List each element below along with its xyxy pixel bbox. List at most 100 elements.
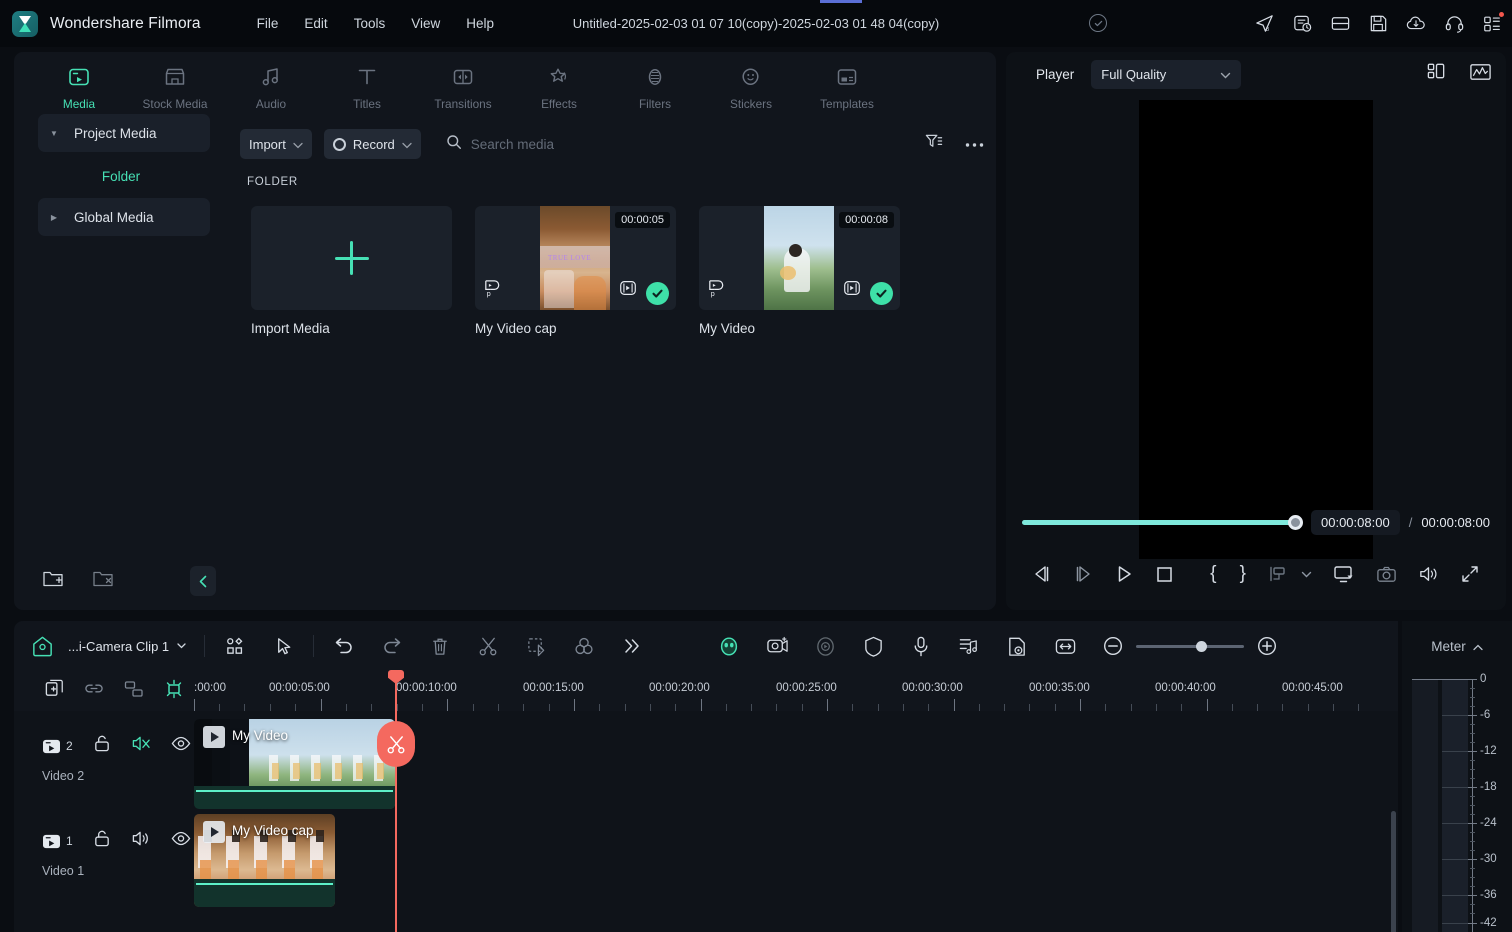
cloud-backup-icon[interactable] [1404,12,1428,36]
zoom-in-icon[interactable] [1255,634,1279,658]
layout-grid-button[interactable] [223,634,247,658]
volume-button[interactable] [1418,562,1439,586]
display-mode-button[interactable] [1333,562,1355,586]
play-button[interactable] [1114,562,1134,586]
ai-camera-button[interactable] [765,634,789,658]
mark-in-button[interactable]: { [1209,562,1218,586]
track-visibility-icon[interactable] [171,831,191,851]
auto-arrange-icon[interactable] [123,679,145,704]
undo-button[interactable] [332,634,356,658]
layout-icon[interactable] [1328,12,1352,36]
collapse-left-icon[interactable] [190,566,216,596]
media-item-card[interactable]: TRUE LOVE 00:00:05 p My Video cap [475,206,676,336]
video-preview-stage[interactable] [1006,96,1506,562]
menu-help[interactable]: Help [453,11,507,36]
timeline-playhead[interactable] [377,670,415,932]
snapshot-button[interactable] [1376,562,1397,586]
fullscreen-button[interactable] [1460,562,1480,586]
sidebar-item-folder[interactable]: Folder [14,160,228,192]
mark-out-button[interactable]: } [1239,562,1248,586]
support-headset-icon[interactable] [1442,12,1466,36]
media-item-thumb[interactable]: 00:00:08 p [699,206,900,310]
import-button[interactable]: Import [240,129,312,159]
tab-audio[interactable]: Audio [240,62,302,111]
menu-file[interactable]: File [244,11,292,36]
color-match-button[interactable] [572,634,596,658]
voice-record-button[interactable] [909,634,933,658]
crop-button[interactable] [524,634,548,658]
mute-track-icon[interactable] [131,829,151,853]
more-tools-button[interactable] [620,634,644,658]
new-folder-icon[interactable] [42,569,64,594]
marker-button[interactable] [1005,634,1029,658]
lock-track-icon[interactable] [93,829,111,853]
media-item-card[interactable]: 00:00:08 p My Video [699,206,900,336]
quality-dropdown[interactable]: Full Quality [1091,59,1242,89]
mute-track-icon[interactable] [131,734,151,758]
redo-button[interactable] [380,634,404,658]
meter-header[interactable]: Meter [1402,621,1512,671]
keyframe-button[interactable] [1268,562,1288,586]
tab-transitions-label: Transitions [434,97,492,111]
current-clip-selector[interactable]: ...i-Camera Clip 1 [68,639,186,654]
delete-button[interactable] [428,634,452,658]
split-button[interactable] [476,634,500,658]
zoom-slider-handle[interactable] [1196,640,1208,652]
task-history-icon[interactable] [1290,12,1314,36]
split-at-playhead-button[interactable] [377,721,415,767]
link-clips-icon[interactable] [83,679,105,703]
delete-folder-icon[interactable] [92,569,114,594]
timeline-clip[interactable]: My Video [194,719,395,809]
keyframe-dropdown[interactable] [1301,562,1312,586]
preview-icon[interactable]: p [482,277,503,303]
ai-portrait-button[interactable] [717,634,741,658]
next-frame-button[interactable] [1073,562,1093,586]
record-button[interactable]: Record [323,129,421,159]
tab-titles[interactable]: Titles [336,62,398,111]
stop-button[interactable] [1155,562,1174,586]
import-media-card[interactable]: Import Media [251,206,452,336]
zoom-out-icon[interactable] [1101,634,1125,658]
save-icon[interactable] [1366,12,1390,36]
select-tool-button[interactable] [271,634,295,658]
tab-effects[interactable]: Effects [528,62,590,111]
chevron-up-icon[interactable] [1473,639,1483,654]
tab-transitions[interactable]: Transitions [432,62,494,111]
preview-icon[interactable]: p [706,277,727,303]
search-input[interactable] [470,136,771,152]
timeline-vertical-scrollbar[interactable] [1391,811,1396,932]
tab-stickers[interactable]: Stickers [720,62,782,111]
add-track-icon[interactable] [44,678,65,704]
timeline-clip[interactable]: My Video cap [194,814,335,907]
playback-slider[interactable] [1022,514,1303,530]
home-icon[interactable] [28,632,56,660]
lock-track-icon[interactable] [93,734,111,758]
mask-button[interactable] [861,634,885,658]
scopes-icon[interactable] [1469,62,1492,87]
send-feedback-icon[interactable]: 8 [1252,12,1276,36]
audio-mixer-button[interactable] [957,634,981,658]
media-item-thumb[interactable]: TRUE LOVE 00:00:05 p [475,206,676,310]
more-options-icon[interactable] [965,135,984,153]
menu-view[interactable]: View [398,11,453,36]
prev-frame-button[interactable] [1032,562,1052,586]
split-view-icon[interactable] [1426,61,1447,87]
sidebar-item-global-media[interactable]: ▶ Global Media [38,198,210,236]
tab-stock-media[interactable]: Stock Media [143,62,207,111]
apps-grid-icon[interactable] [1480,11,1504,36]
motion-tracking-button[interactable] [813,634,837,658]
tab-templates[interactable]: Templates [816,62,878,111]
import-media-thumb[interactable] [251,206,452,310]
track-visibility-icon[interactable] [171,736,191,756]
fit-timeline-button[interactable] [1053,634,1077,658]
sidebar-item-project-media[interactable]: ▼ Project Media [38,114,210,152]
menu-tools[interactable]: Tools [341,11,399,36]
tab-media[interactable]: Media [48,62,110,111]
playback-handle[interactable] [1288,514,1303,530]
marker-add-icon[interactable] [163,678,185,705]
tab-filters[interactable]: Filters [624,62,686,111]
zoom-slider[interactable] [1136,640,1245,652]
menu-edit[interactable]: Edit [291,11,340,36]
filter-icon[interactable] [924,132,943,156]
timeline-ruler[interactable]: :00:00 00:00:05:00 00:00:10:00 00:00:15:… [194,671,1398,711]
